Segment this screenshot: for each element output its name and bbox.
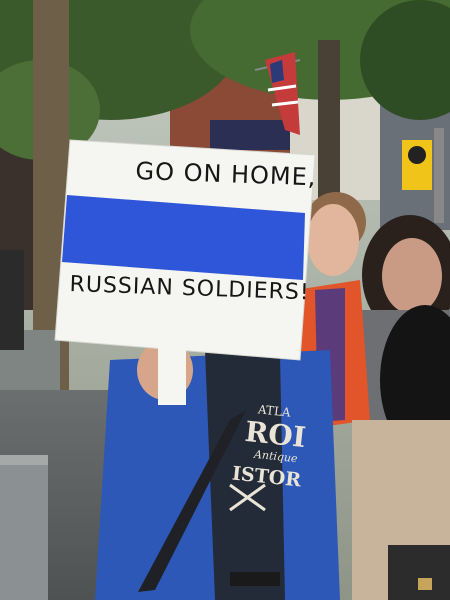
bollard <box>0 455 48 600</box>
shirt-text-2: ROI <box>243 414 308 455</box>
tree-trunk-2 <box>318 40 340 210</box>
person-blue-jacket <box>95 340 340 600</box>
